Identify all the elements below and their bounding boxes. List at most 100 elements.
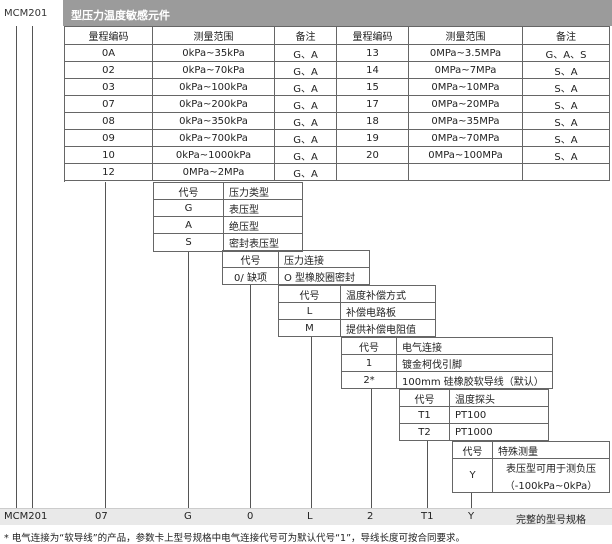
range-value-cell: 0kPa~350kPa <box>153 113 275 130</box>
temp-probe-code: T1 <box>400 407 450 424</box>
range-note-cell: S、A <box>523 113 610 130</box>
stem-temp-probe <box>427 441 428 508</box>
col-header-code-left: 量程编码 <box>65 27 153 45</box>
temp-comp-code: L <box>279 303 341 320</box>
pressure-conn-code: 0/ 缺项 <box>223 268 279 285</box>
stem-model-2 <box>32 26 33 508</box>
range-code-cell: 17 <box>337 96 409 113</box>
range-code-cell: 03 <box>65 79 153 96</box>
stem-range <box>105 182 106 508</box>
range-code-cell: 0A <box>65 45 153 62</box>
col-header-range-left: 测量范围 <box>153 27 275 45</box>
temp-comp-desc: 提供补偿电阻值 <box>341 320 436 337</box>
range-code-cell: 09 <box>65 130 153 147</box>
range-note-cell: G、A <box>275 45 337 62</box>
range-value-cell: 0kPa~200kPa <box>153 96 275 113</box>
range-note-cell: G、A <box>275 147 337 164</box>
special-title: 特殊测量 <box>493 442 610 459</box>
elec-conn-title: 电气连接 <box>397 338 553 355</box>
temp-comp-title: 温度补偿方式 <box>341 286 436 303</box>
range-empty-cell <box>337 164 409 181</box>
range-value-cell: 0kPa~35kPa <box>153 45 275 62</box>
example-temp-probe: T1 <box>421 511 434 522</box>
temp-comp-table: 代号 温度补偿方式 L 补偿电路板 M 提供补偿电阻值 <box>278 285 436 337</box>
range-code-cell: 15 <box>337 79 409 96</box>
stem-special <box>471 493 472 508</box>
range-note-cell: S、A <box>523 79 610 96</box>
temp-probe-desc: PT1000 <box>450 424 549 441</box>
example-temp-comp: L <box>307 511 313 522</box>
temp-comp-code: M <box>279 320 341 337</box>
elec-conn-code: 2* <box>342 372 397 389</box>
range-code-cell: 08 <box>65 113 153 130</box>
range-value-cell: 0kPa~700kPa <box>153 130 275 147</box>
range-value-cell: 0MPa~7MPa <box>409 62 523 79</box>
elec-conn-code: 1 <box>342 355 397 372</box>
temp-probe-table: 代号 温度探头 T1 PT100 T2 PT1000 <box>399 389 549 441</box>
pressure-conn-title: 压力连接 <box>279 251 370 268</box>
pressure-type-code-header: 代号 <box>154 183 224 200</box>
special-code: Y <box>453 459 493 493</box>
range-empty-cell <box>409 164 523 181</box>
pressure-conn-code-header: 代号 <box>223 251 279 268</box>
range-value-cell: 0MPa~20MPa <box>409 96 523 113</box>
range-value-cell: 0kPa~1000kPa <box>153 147 275 164</box>
pressure-type-title: 压力类型 <box>224 183 303 200</box>
model-label-box: MCM201 <box>0 0 64 26</box>
stem-pressure-type <box>188 252 189 508</box>
range-note-cell: G、A <box>275 164 337 181</box>
stem-pressure-conn <box>250 285 251 508</box>
special-desc-line1: 表压型可用于测负压 <box>493 459 610 476</box>
elec-conn-desc: 镀金柯伐引脚 <box>397 355 553 372</box>
temp-probe-code-header: 代号 <box>400 390 450 407</box>
range-code-cell: 20 <box>337 147 409 164</box>
range-code-cell: 10 <box>65 147 153 164</box>
range-empty-cell <box>523 164 610 181</box>
range-note-cell: G、A <box>275 130 337 147</box>
pressure-conn-desc: O 型橡胶圈密封 <box>279 268 370 285</box>
range-note-cell: G、A、S <box>523 45 610 62</box>
range-note-cell: S、A <box>523 147 610 164</box>
col-header-note-left: 备注 <box>275 27 337 45</box>
range-code-cell: 19 <box>337 130 409 147</box>
temp-probe-title: 温度探头 <box>450 390 549 407</box>
example-range: 07 <box>95 511 108 522</box>
pressure-conn-table: 代号 压力连接 0/ 缺项 O 型橡胶圈密封 <box>222 250 370 285</box>
elec-conn-desc: 100mm 硅橡胶软导线（默认） <box>397 372 553 389</box>
pressure-type-code: A <box>154 217 224 234</box>
range-value-cell: 0MPa~70MPa <box>409 130 523 147</box>
range-value-cell: 0MPa~10MPa <box>409 79 523 96</box>
pressure-type-desc: 表压型 <box>224 200 303 217</box>
footnote: * 电气连接为“软导线”的产品，参数卡上型号规格中电气连接代号可为默认代号“1”… <box>4 533 466 544</box>
range-code-cell: 18 <box>337 113 409 130</box>
elec-conn-table: 代号 电气连接 1 镀金柯伐引脚 2* 100mm 硅橡胶软导线（默认） <box>341 337 553 389</box>
temp-probe-desc: PT100 <box>450 407 549 424</box>
temp-comp-desc: 补偿电路板 <box>341 303 436 320</box>
elec-conn-code-header: 代号 <box>342 338 397 355</box>
pressure-type-table: 代号 压力类型 G 表压型 A 绝压型 S 密封表压型 <box>153 182 303 252</box>
example-elec-conn: 2 <box>367 511 374 522</box>
example-pressure-type: G <box>184 511 192 522</box>
range-value-cell: 0MPa~100MPa <box>409 147 523 164</box>
example-pressure-conn: 0 <box>247 511 254 522</box>
range-code-cell: 02 <box>65 62 153 79</box>
range-note-cell: G、A <box>275 62 337 79</box>
title-bar: 型压力温度敏感元件 <box>64 0 612 26</box>
range-note-cell: S、A <box>523 96 610 113</box>
example-model: MCM201 <box>4 511 48 522</box>
pressure-type-code: G <box>154 200 224 217</box>
example-special: Y <box>468 511 475 522</box>
page-title: 型压力温度敏感元件 <box>71 9 170 22</box>
pressure-type-code: S <box>154 234 224 252</box>
range-note-cell: S、A <box>523 130 610 147</box>
range-code-cell: 13 <box>337 45 409 62</box>
temp-probe-code: T2 <box>400 424 450 441</box>
stem-temp-comp <box>311 337 312 508</box>
col-header-code-right: 量程编码 <box>337 27 409 45</box>
stem-model <box>16 26 17 508</box>
range-value-cell: 0MPa~2MPa <box>153 164 275 181</box>
col-header-range-right: 测量范围 <box>409 27 523 45</box>
model-label: MCM201 <box>4 8 48 19</box>
range-note-cell: G、A <box>275 79 337 96</box>
range-value-cell: 0MPa~3.5MPa <box>409 45 523 62</box>
